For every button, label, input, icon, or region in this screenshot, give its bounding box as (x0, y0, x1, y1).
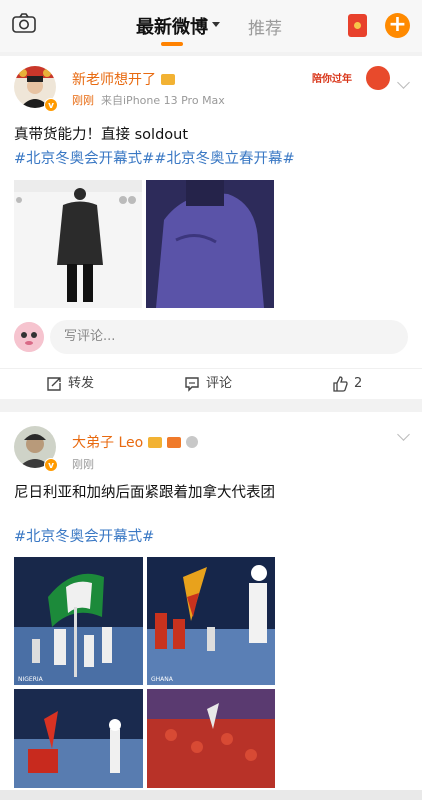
post-time: 刚刚 (72, 94, 94, 107)
bottom-tab-bar (0, 790, 422, 800)
compose-plus-button[interactable]: + (385, 13, 410, 38)
post-text: 尼日利亚和加纳后面紧跟着加拿大代表团 (14, 485, 275, 501)
author-name[interactable]: 大弟子 Leo (72, 432, 199, 452)
top-navigation-bar: 最新微博 推荐 + (0, 0, 422, 52)
post-image[interactable] (14, 180, 142, 308)
feed-post: v 新老师想开了 刚刚 来自iPhone 13 Pro Max 陪你过年 真带货… (0, 56, 422, 399)
verified-badge-icon: v (44, 458, 58, 472)
thumbs-up-icon (333, 376, 348, 392)
post-text: 真带货能力！直接 soldout (14, 127, 189, 143)
comment-icon (185, 377, 199, 392)
post-time: 刚刚 (72, 458, 94, 471)
medal-icon (186, 436, 199, 448)
chevron-down-icon[interactable] (397, 76, 410, 89)
new-year-badge[interactable]: 陪你过年 (312, 66, 392, 90)
author-name-text: 新老师想开了 (72, 72, 156, 88)
post-image[interactable]: NIGERIA (14, 557, 143, 685)
repost-label: 转发 (68, 376, 95, 391)
post-image[interactable]: GHANA (147, 557, 275, 685)
post-hashtags[interactable]: #北京冬奥会开幕式# (14, 526, 154, 548)
new-year-badge-text: 陪你过年 (312, 74, 352, 85)
chevron-down-icon[interactable] (397, 428, 410, 441)
tab-latest-weibo[interactable]: 最新微博 (136, 13, 208, 39)
author-name[interactable]: 新老师想开了 (72, 69, 175, 89)
author-name-text: 大弟子 Leo (72, 435, 144, 451)
camera-icon[interactable] (12, 13, 36, 33)
image-caption: GHANA (151, 676, 173, 683)
post-meta: 刚刚 来自iPhone 13 Pro Max (72, 92, 225, 108)
red-packet-icon[interactable] (348, 14, 367, 37)
image-caption: NIGERIA (18, 676, 43, 683)
post-source: 来自iPhone 13 Pro Max (101, 94, 225, 107)
crown-icon (161, 74, 175, 85)
tab-recommended[interactable]: 推荐 (248, 14, 282, 39)
post-image[interactable] (146, 180, 274, 308)
chevron-down-icon[interactable] (212, 22, 220, 27)
verified-badge-icon: v (44, 98, 58, 112)
post-meta: 刚刚 (72, 456, 94, 472)
repost-icon (47, 377, 61, 391)
feed-post: v 大弟子 Leo 刚刚 尼日利亚和加纳后面紧跟着加拿大代表团 #北京冬奥会开幕… (0, 412, 422, 800)
megaphone-icon (167, 437, 182, 448)
like-count: 2 (354, 376, 363, 391)
comment-input[interactable]: 写评论... (50, 320, 408, 354)
comment-label: 评论 (206, 376, 233, 391)
post-image[interactable] (14, 689, 143, 788)
my-avatar[interactable] (14, 322, 44, 352)
lantern-icon (366, 66, 390, 90)
post-hashtags[interactable]: #北京冬奥会开幕式##北京冬奥立春开幕# (14, 148, 295, 170)
crown-icon (148, 437, 163, 448)
post-image[interactable] (147, 689, 275, 788)
post-actions: 转发 评论 2 (0, 368, 422, 396)
active-tab-indicator (161, 42, 183, 46)
